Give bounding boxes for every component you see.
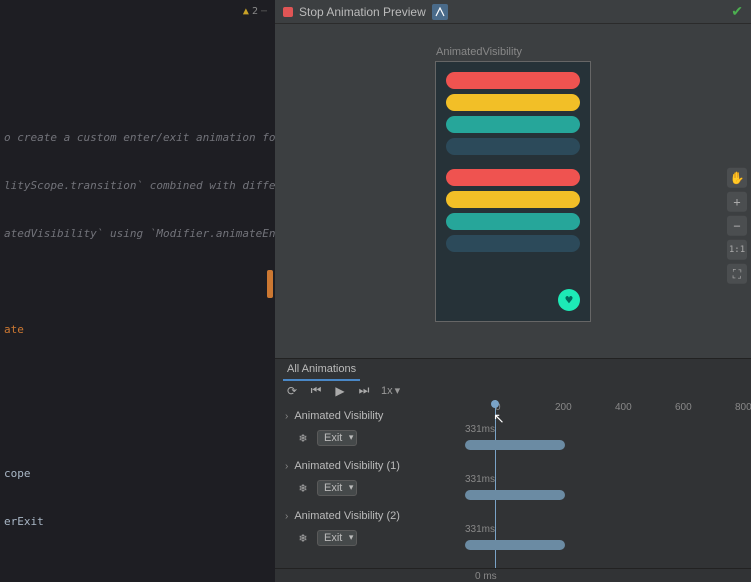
hand-icon: ✋ [730, 171, 745, 185]
timeline-footer: 0 ms [275, 568, 751, 582]
expand-icon: ⛶ [733, 266, 741, 281]
bar-item [446, 116, 580, 133]
plus-icon: + [733, 195, 740, 209]
preview-content [436, 62, 590, 321]
one-to-one-icon: 1:1 [729, 245, 745, 255]
bar-item [446, 94, 580, 111]
next-frame-button[interactable]: ⏭ [357, 383, 371, 398]
speed-select[interactable]: 1x▾ [381, 384, 400, 397]
track-bar[interactable] [465, 440, 565, 450]
loop-button[interactable]: ⟳ [285, 384, 299, 398]
track-header[interactable]: › Animated Visibility (1) [275, 454, 465, 478]
tick-label: 800 [735, 402, 751, 413]
zoom-fit-button[interactable]: 1:1 [727, 240, 747, 260]
play-button[interactable]: ▶ [333, 384, 347, 398]
more-icon: ⋯ [261, 6, 267, 17]
bar-item [446, 191, 580, 208]
code-text: ate [4, 323, 24, 336]
track-row: › Animated Visibility ❄ Exit [275, 404, 465, 454]
preview-title[interactable]: Stop Animation Preview [299, 5, 426, 19]
comment: lityScope.transition` combined with diff… [4, 179, 275, 192]
chevron-down-icon: ▾ [395, 384, 401, 397]
tick-label: 600 [675, 402, 692, 413]
code-editor[interactable]: ▲ 2 ⋯ o create a custom enter/exit anima… [0, 0, 275, 582]
device-preview[interactable]: AnimatedVisibility ♥ [435, 61, 591, 322]
minus-icon: − [733, 219, 740, 233]
build-refresh-button[interactable] [432, 4, 448, 20]
prev-frame-button[interactable]: ⏮ [309, 383, 323, 398]
tick-label: 200 [555, 402, 572, 413]
track-row: › Animated Visibility (2) ❄ Exit [275, 504, 465, 554]
bar-item [446, 235, 580, 252]
track-header[interactable]: › Animated Visibility [275, 404, 465, 428]
code-body[interactable]: o create a custom enter/exit animation f… [0, 22, 275, 582]
inspection-badges[interactable]: ▲ 2 ⋯ [243, 6, 267, 17]
bar-item [446, 138, 580, 155]
animation-panel: All Animations ⟳ ⏮ ▶ ⏭ 1x▾ › Animated Vi… [275, 358, 751, 582]
anim-timeline[interactable]: 0 200 400 600 800 1000 ↖ 331ms 331ms [465, 400, 751, 568]
timeline-ruler[interactable]: 0 200 400 600 800 1000 [465, 400, 751, 418]
zoom-in-button[interactable]: + [727, 192, 747, 212]
comment: o create a custom enter/exit animation f… [4, 131, 275, 144]
code-text: cope [4, 467, 31, 480]
fab-button[interactable]: ♥ [558, 289, 580, 311]
warning-icon: ▲ [243, 6, 249, 17]
time-position: 0 ms [475, 571, 497, 582]
stop-icon[interactable] [283, 7, 293, 17]
state-select[interactable]: Exit [317, 530, 357, 546]
track-row: › Animated Visibility (1) ❄ Exit [275, 454, 465, 504]
bar-item [446, 213, 580, 230]
track-bar[interactable] [465, 540, 565, 550]
chevron-right-icon: › [285, 511, 288, 522]
expand-button[interactable]: ⛶ [727, 264, 747, 284]
right-pane: Stop Animation Preview ✔ AnimatedVisibil… [275, 0, 751, 582]
duration-label: 331ms [465, 474, 495, 485]
duration-label: 331ms [465, 424, 495, 435]
code-text: erExit [4, 515, 44, 528]
freeze-icon[interactable]: ❄ [295, 530, 311, 546]
duration-label: 331ms [465, 524, 495, 535]
pan-button[interactable]: ✋ [727, 168, 747, 188]
anim-tabs: All Animations [275, 359, 751, 381]
anim-transport: ⟳ ⏮ ▶ ⏭ 1x▾ [275, 381, 751, 400]
comment: atedVisibility` using `Modifier.animateE… [4, 227, 275, 240]
preview-canvas[interactable]: AnimatedVisibility ♥ ✋ + − 1:1 ⛶ [275, 24, 751, 358]
change-marker [267, 270, 273, 298]
track-bar[interactable] [465, 490, 565, 500]
preview-toolbar: Stop Animation Preview ✔ [275, 0, 751, 24]
tab-all-animations[interactable]: All Animations [283, 359, 360, 381]
bar-item [446, 169, 580, 186]
preview-tools: ✋ + − 1:1 ⛶ [727, 168, 747, 284]
track-name: Animated Visibility [294, 410, 383, 422]
track-name: Animated Visibility (2) [294, 510, 400, 522]
tick-label: 400 [615, 402, 632, 413]
status-ok-icon: ✔ [731, 3, 743, 20]
chevron-right-icon: › [285, 411, 288, 422]
chevron-right-icon: › [285, 461, 288, 472]
editor-gutter-top: ▲ 2 ⋯ [0, 0, 275, 22]
warning-count: 2 [252, 6, 258, 17]
track-header[interactable]: › Animated Visibility (2) [275, 504, 465, 528]
composable-label: AnimatedVisibility [436, 46, 522, 58]
freeze-icon[interactable]: ❄ [295, 480, 311, 496]
anim-track-list: › Animated Visibility ❄ Exit › Animated … [275, 400, 465, 568]
zoom-out-button[interactable]: − [727, 216, 747, 236]
track-name: Animated Visibility (1) [294, 460, 400, 472]
state-select[interactable]: Exit [317, 430, 357, 446]
state-select[interactable]: Exit [317, 480, 357, 496]
freeze-icon[interactable]: ❄ [295, 430, 311, 446]
bar-item [446, 72, 580, 89]
